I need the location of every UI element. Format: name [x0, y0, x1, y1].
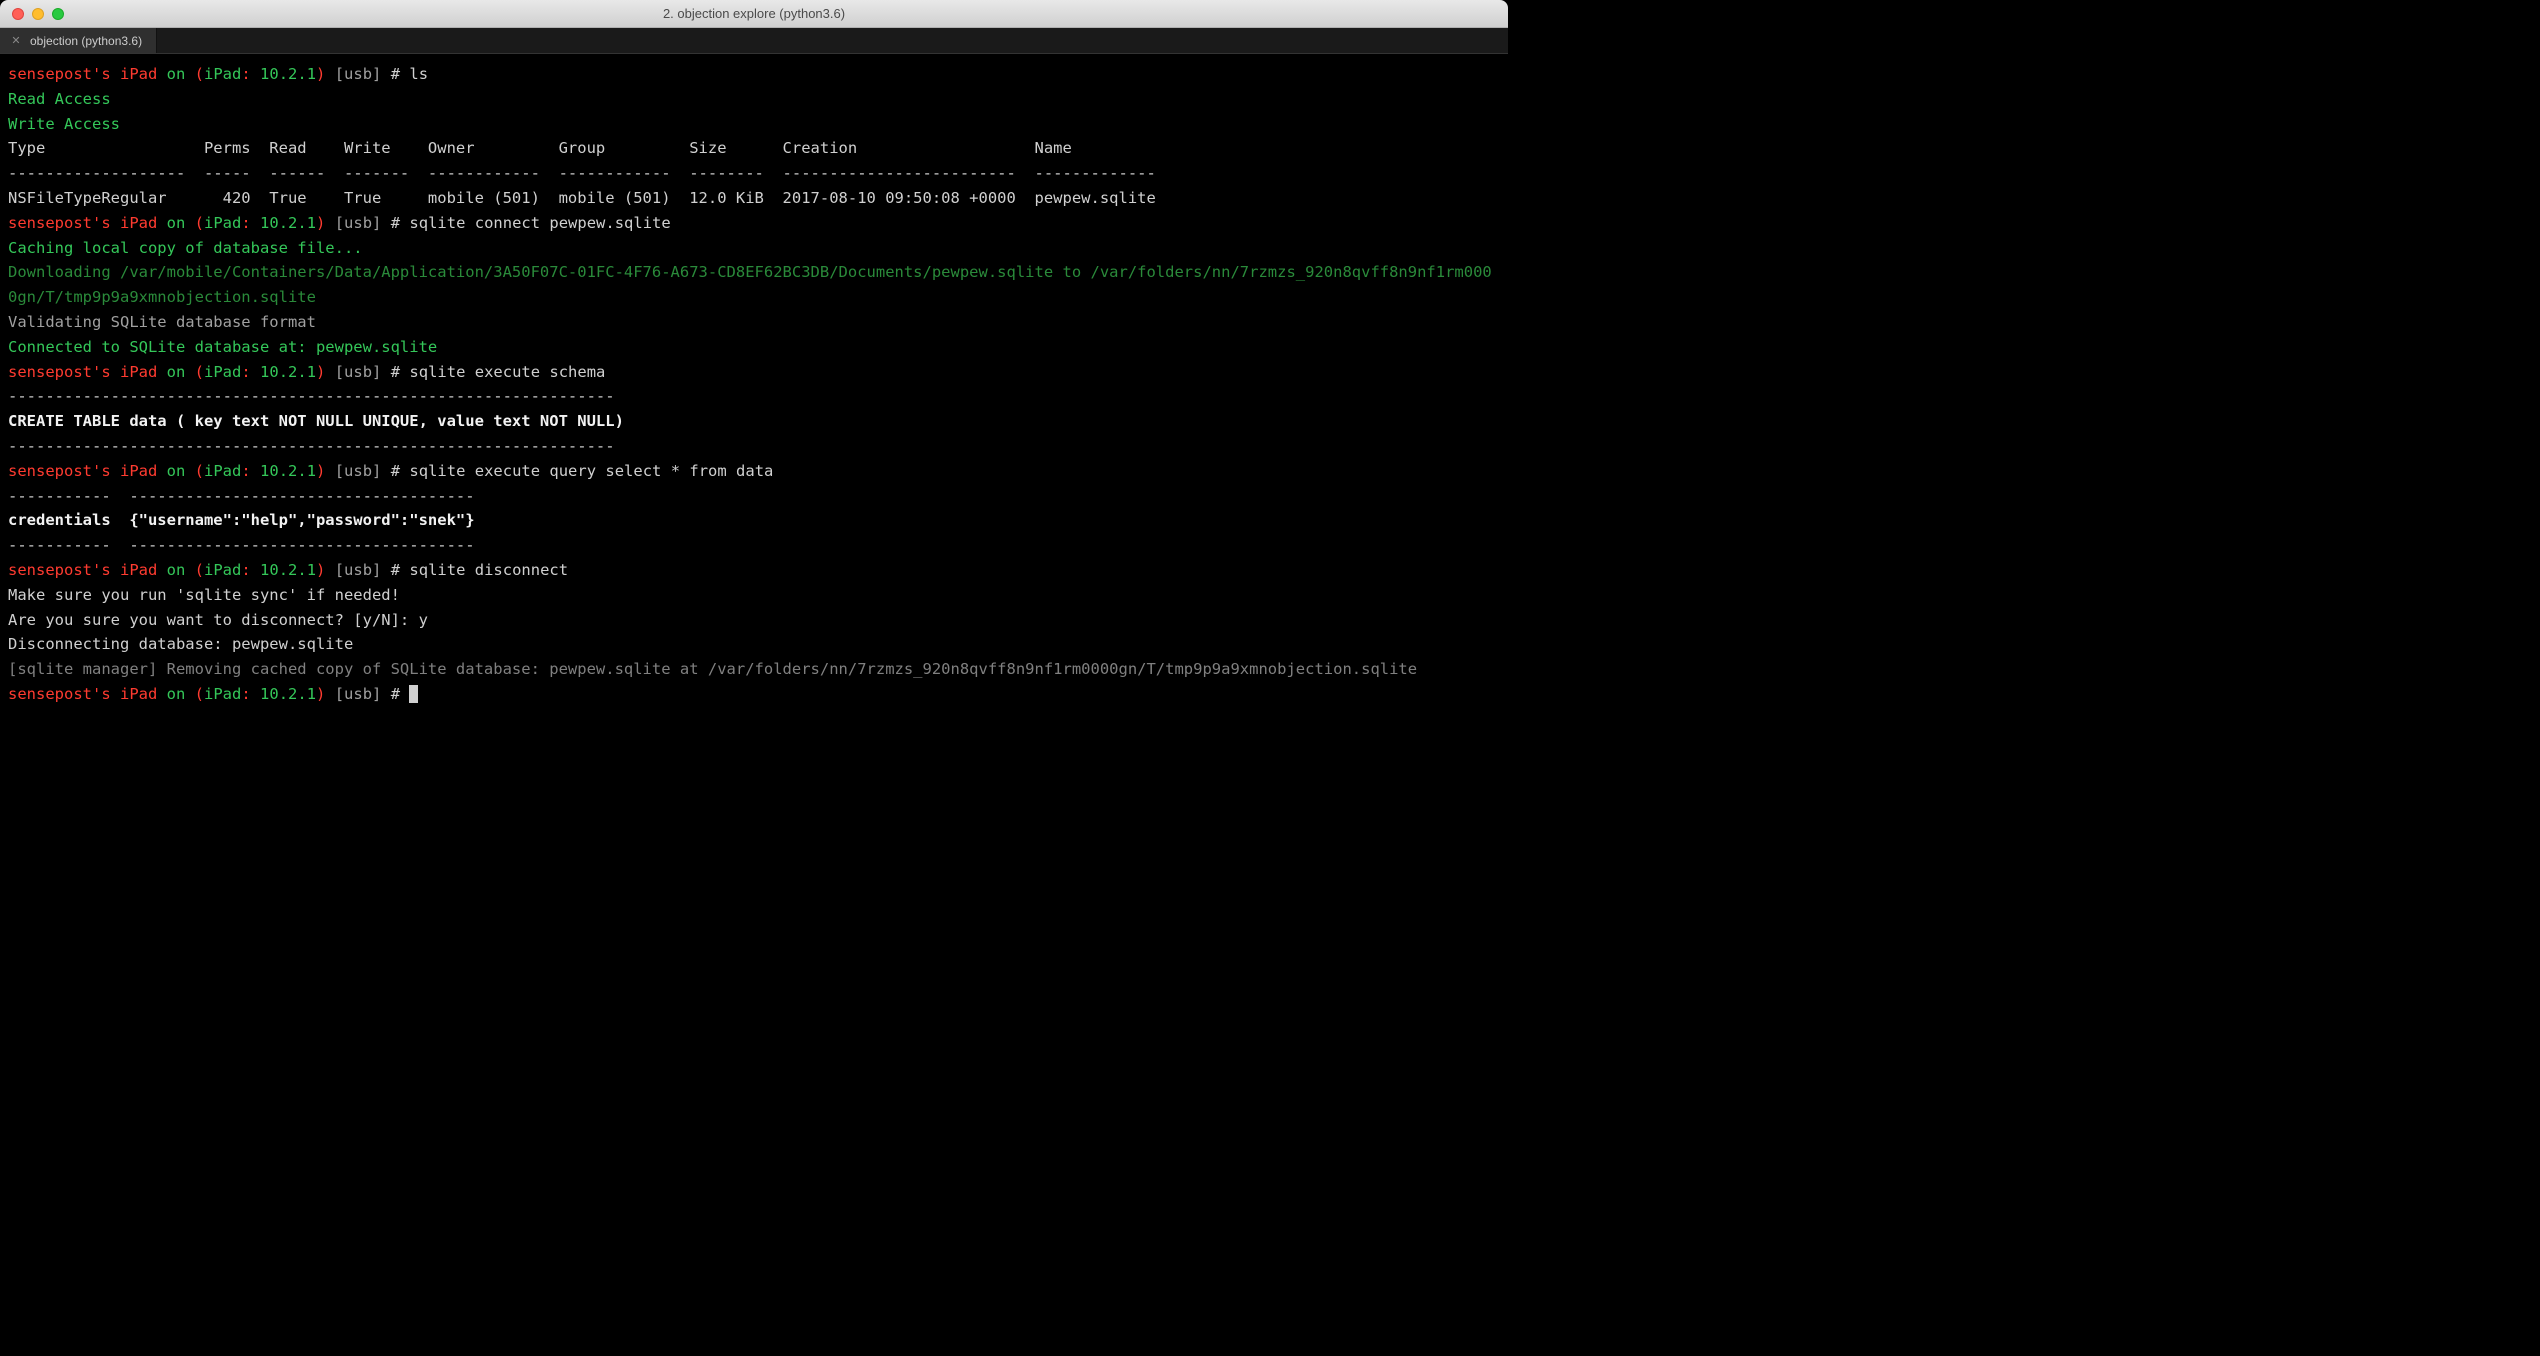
prompt-conn: [usb] [335, 65, 382, 83]
connect-validating: Validating SQLite database format [8, 313, 316, 331]
prompt-device: (iPad: 10.2.1) [195, 65, 326, 83]
cmd-query: sqlite execute query select * from data [409, 462, 773, 480]
connect-connected: Connected to SQLite database at: pewpew.… [8, 338, 437, 356]
cmd-schema: sqlite execute schema [409, 363, 605, 381]
close-tab-icon[interactable]: ✕ [10, 34, 22, 47]
cmd-disconnect: sqlite disconnect [409, 561, 568, 579]
tab-objection[interactable]: ✕ objection (python3.6) [0, 28, 157, 53]
close-window-icon[interactable] [12, 8, 24, 20]
cursor-icon [409, 685, 418, 703]
prompt-host: sensepost's iPad [8, 65, 157, 83]
query-row: credentials {"username":"help","password… [8, 511, 475, 529]
schema-divider-2: ----------------------------------------… [8, 437, 615, 455]
connect-caching: Caching local copy of database file... [8, 239, 363, 257]
minimize-window-icon[interactable] [32, 8, 44, 20]
terminal-body[interactable]: sensepost's iPad on (iPad: 10.2.1) [usb]… [0, 54, 1508, 800]
cmd-connect: sqlite connect pewpew.sqlite [409, 214, 670, 232]
schema-divider: ----------------------------------------… [8, 387, 615, 405]
ls-divider: ------------------- ----- ------ -------… [8, 164, 1156, 182]
ls-row: NSFileTypeRegular 420 True True mobile (… [8, 189, 1156, 207]
schema-row: CREATE TABLE data ( key text NOT NULL UN… [8, 412, 624, 430]
prompt-on: on [167, 65, 186, 83]
ls-header: Type Perms Read Write Owner Group Size C… [8, 139, 1072, 157]
tab-label: objection (python3.6) [30, 34, 142, 48]
connect-downloading: Downloading /var/mobile/Containers/Data/… [8, 263, 1492, 306]
maximize-window-icon[interactable] [52, 8, 64, 20]
query-divider: ----------- ----------------------------… [8, 487, 475, 505]
terminal-window: 2. objection explore (python3.6) ✕ objec… [0, 0, 1508, 800]
cmd-ls: ls [409, 65, 428, 83]
titlebar[interactable]: 2. objection explore (python3.6) [0, 0, 1508, 28]
window-title: 2. objection explore (python3.6) [0, 6, 1508, 21]
disconnect-warn: Make sure you run 'sqlite sync' if neede… [8, 586, 400, 604]
query-divider-2: ----------- ----------------------------… [8, 536, 475, 554]
disconnect-confirm: Are you sure you want to disconnect? [y/… [8, 611, 428, 629]
write-access-label: Write Access [8, 115, 120, 133]
read-access-label: Read Access [8, 90, 111, 108]
disconnect-removing: [sqlite manager] Removing cached copy of… [8, 660, 1417, 678]
traffic-lights [0, 8, 64, 20]
tabbar: ✕ objection (python3.6) [0, 28, 1508, 54]
disconnect-msg: Disconnecting database: pewpew.sqlite [8, 635, 353, 653]
